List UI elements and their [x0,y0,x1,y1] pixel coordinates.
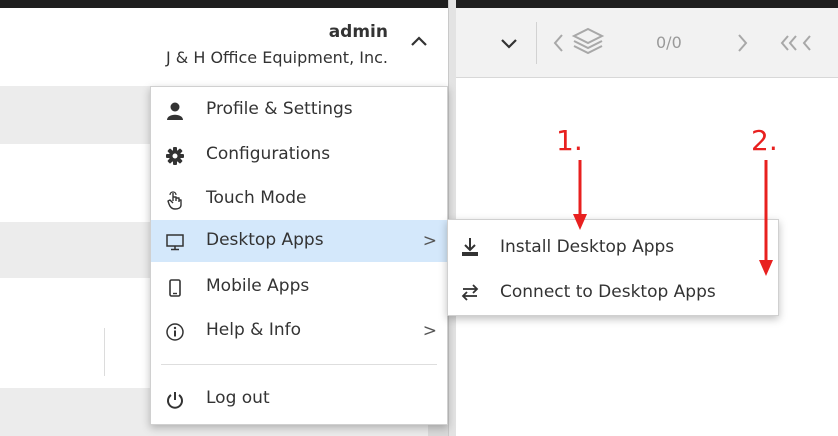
submenu-item-install-desktop-apps[interactable]: Install Desktop Apps [448,225,778,269]
menu-item-mobile-apps[interactable]: Mobile Apps [151,266,447,308]
double-chevron-left-icon[interactable] [774,30,814,56]
gear-icon [166,147,184,165]
annotation-step-1: 1. [556,124,583,157]
pane-splitter[interactable] [448,0,456,436]
chevron-down-icon[interactable] [496,30,522,56]
menu-item-label: Configurations [206,144,331,164]
menu-separator [161,364,437,365]
page-counter: 0/0 [656,33,682,52]
chevron-right-icon: > [422,321,437,341]
toolbar-separator [536,22,537,64]
chevron-right-icon: > [422,231,437,251]
user-dropdown-menu: Profile & Settings Configurations Touch … [150,86,448,425]
menu-item-label: Help & Info [206,320,301,340]
desktop-apps-submenu: Install Desktop Apps Connect to Desktop … [447,219,779,316]
menu-item-profile-settings[interactable]: Profile & Settings [151,89,447,131]
layers-icon[interactable] [570,26,606,58]
company-name: J & H Office Equipment, Inc. [165,48,388,67]
download-icon [462,238,478,256]
top-border [0,0,838,8]
submenu-item-connect-desktop-apps[interactable]: Connect to Desktop Apps [448,270,778,314]
mobile-icon [169,279,181,297]
viewer-toolbar: 0/0 [456,8,838,78]
username: admin [328,22,388,42]
menu-item-configurations[interactable]: Configurations [151,134,447,176]
menu-item-touch-mode[interactable]: Touch Mode [151,178,447,220]
chevron-up-icon[interactable] [406,28,432,54]
submenu-item-label: Install Desktop Apps [500,237,675,257]
annotation-step-2: 2. [751,124,778,157]
menu-item-label: Desktop Apps [206,230,324,250]
info-icon [166,323,184,341]
divider [104,328,105,376]
user-info[interactable]: admin J & H Office Equipment, Inc. [166,22,388,67]
previous-icon[interactable] [546,30,572,56]
annotation-arrow-2 [759,160,773,276]
annotation-arrow-1 [573,160,587,230]
menu-item-label: Profile & Settings [206,99,353,119]
monitor-icon [166,234,184,251]
power-icon [167,392,183,409]
submenu-item-label: Connect to Desktop Apps [500,282,716,302]
menu-item-help-info[interactable]: Help & Info > [151,310,447,352]
menu-item-desktop-apps[interactable]: Desktop Apps > [151,220,447,262]
menu-item-log-out[interactable]: Log out [151,378,447,420]
menu-item-label: Log out [206,388,270,408]
user-icon [167,102,183,120]
swap-arrows-icon [461,284,479,301]
next-icon[interactable] [730,30,756,56]
touch-hand-icon [167,191,182,210]
menu-item-label: Touch Mode [206,188,307,208]
menu-item-label: Mobile Apps [206,276,310,296]
